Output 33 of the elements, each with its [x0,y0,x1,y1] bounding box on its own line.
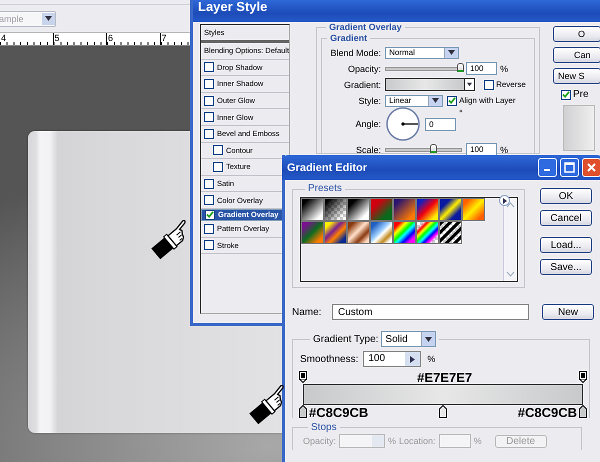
color-annotation: #C8C9CB [309,406,368,419]
unit-label: % [474,436,482,446]
group-title: Stops [310,422,338,433]
ruler-number: 6 [106,33,160,45]
field-label: Style: [358,96,382,106]
color-annotation: #C8C9CB [518,406,577,419]
window-title: Layer Style [193,0,600,22]
group-title: Gradient Overlay [328,22,403,33]
field-label: Blend Mode: [330,48,382,58]
window-title: Gradient Editor [287,162,368,174]
color-annotation: #E7E7E7 [417,371,472,384]
delete-button: Delete [494,434,547,448]
checkbox-label: Pre [573,89,589,100]
ruler-number: 5 [52,33,106,45]
unit-label: % [500,144,508,154]
field-label: Opacity: [303,436,336,446]
field-label: Gradient: [343,80,382,90]
unit-label: ° [459,108,463,118]
field-label: Name: [292,306,322,318]
field-label: Opacity: [347,64,382,74]
group-title: Gradient [329,33,368,44]
field-label: Smoothness: [300,354,358,364]
group-title: Presets [307,183,343,195]
field-label: Scale: [355,144,382,154]
field-label: Angle: [354,119,382,129]
checkbox-label: Reverse [496,80,526,89]
checkbox-label: Align with Layer [459,96,516,105]
field-label: Location: [399,436,436,446]
unit-label: % [388,436,396,446]
field-label: Gradient Type: [313,334,378,344]
ruler-number: 4 [0,33,52,45]
unit-label: % [500,64,508,74]
unit-label: % [427,354,436,364]
